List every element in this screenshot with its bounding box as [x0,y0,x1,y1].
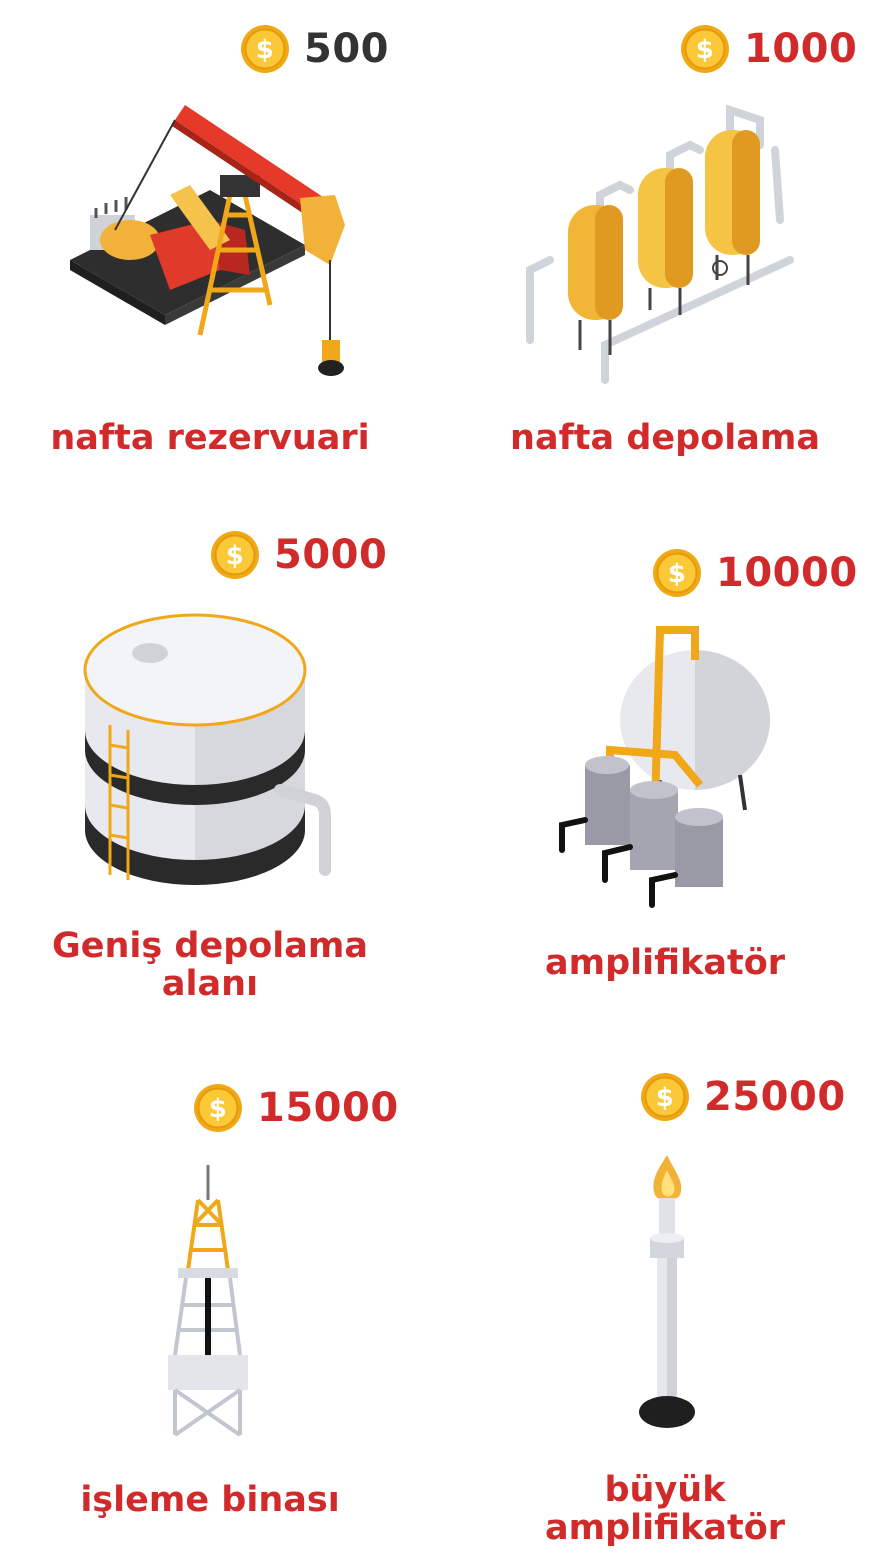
price-tag: 5000 [210,530,387,580]
price-tag: 500 [240,24,389,74]
coin-icon [210,530,260,580]
price-value: 500 [304,26,389,72]
price-tag: 10000 [652,548,858,598]
coin-icon [640,1072,690,1122]
pumpjack-icon [70,105,345,376]
price-tag: 1000 [680,24,857,74]
item-label: büyük amplifikatör [544,1470,785,1548]
price-tag: 25000 [640,1072,846,1122]
coin-icon [680,24,730,74]
coin-icon [652,548,702,598]
price-value: 1000 [744,26,858,72]
item-label: Geniş depolama alanı [52,926,368,1004]
flare-stack-icon [639,1155,695,1428]
coin-icon [240,24,290,74]
price-value: 10000 [716,550,858,596]
item-label: işleme binası [80,1480,340,1520]
amplifier-icon [559,626,770,908]
item-label: nafta depolama [510,418,820,458]
price-value: 5000 [274,532,388,578]
item-label: nafta rezervuari [50,418,370,458]
price-value: 15000 [257,1085,399,1131]
coin-icon [193,1083,243,1133]
price-value: 25000 [704,1074,846,1120]
storage-tanks-icon [526,104,794,384]
price-tag: 15000 [193,1083,399,1133]
large-tank-icon [83,613,331,885]
derrick-icon [168,1165,248,1437]
item-label: amplifikatör [544,943,785,983]
